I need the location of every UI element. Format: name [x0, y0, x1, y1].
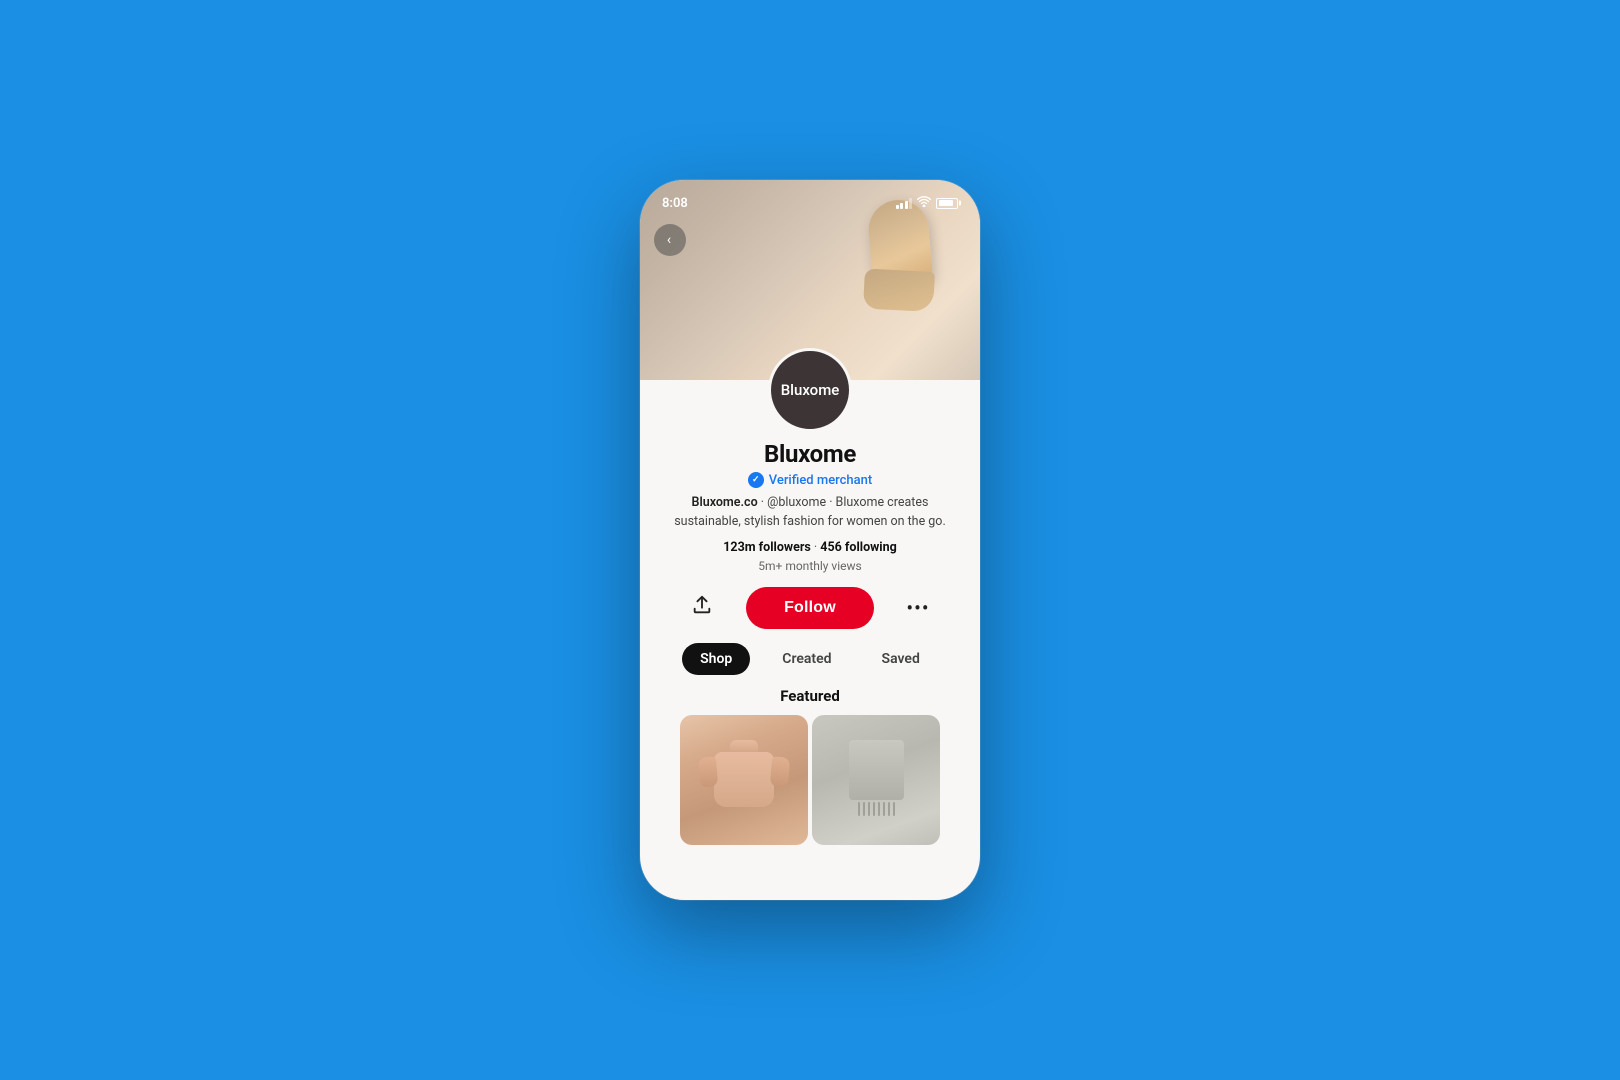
verified-text: Verified merchant: [769, 473, 872, 488]
follow-button[interactable]: Follow: [746, 587, 874, 629]
profile-section: Bluxome Bluxome Verified merchant Bluxom…: [640, 380, 980, 845]
featured-title: Featured: [680, 687, 940, 705]
verified-icon: [748, 472, 764, 488]
featured-section: Featured: [660, 687, 960, 845]
cover-decoration: [850, 200, 950, 330]
tab-bar: Shop Created Saved: [660, 643, 960, 675]
signal-icon: [896, 198, 913, 209]
tab-shop[interactable]: Shop: [682, 643, 750, 675]
share-button[interactable]: [684, 590, 720, 626]
avatar-text: Bluxome: [781, 381, 840, 399]
back-chevron-icon: ‹: [667, 233, 671, 247]
avatar: Bluxome: [768, 348, 852, 432]
back-button[interactable]: ‹: [654, 224, 686, 256]
status-time: 8:08: [662, 196, 688, 211]
tab-saved[interactable]: Saved: [864, 643, 938, 675]
profile-stats: 123m followers · 456 following: [660, 540, 960, 555]
profile-name: Bluxome: [660, 440, 960, 468]
featured-grid: [680, 715, 940, 845]
verified-badge: Verified merchant: [660, 472, 960, 488]
more-dots-icon: •••: [906, 596, 929, 620]
followers-count: 123m followers: [723, 540, 811, 555]
share-icon: [691, 594, 713, 621]
featured-item-sweater[interactable]: [680, 715, 808, 845]
more-button[interactable]: •••: [900, 590, 936, 626]
blanket-decoration: [841, 740, 911, 820]
status-icons: [896, 196, 959, 210]
wifi-icon: [917, 196, 931, 210]
featured-item-blanket[interactable]: [812, 715, 940, 845]
action-row: Follow •••: [660, 587, 960, 629]
sweater-decoration: [704, 740, 784, 820]
avatar-container: Bluxome: [768, 348, 852, 432]
profile-bio: Bluxome.co · @bluxome · Bluxome creates …: [660, 494, 960, 532]
status-bar: 8:08: [640, 180, 980, 216]
tab-created[interactable]: Created: [764, 643, 849, 675]
battery-icon: [936, 198, 958, 209]
monthly-views: 5m+ monthly views: [660, 559, 960, 573]
following-count: 456 following: [820, 540, 896, 555]
phone-frame: 8:08: [640, 180, 980, 900]
